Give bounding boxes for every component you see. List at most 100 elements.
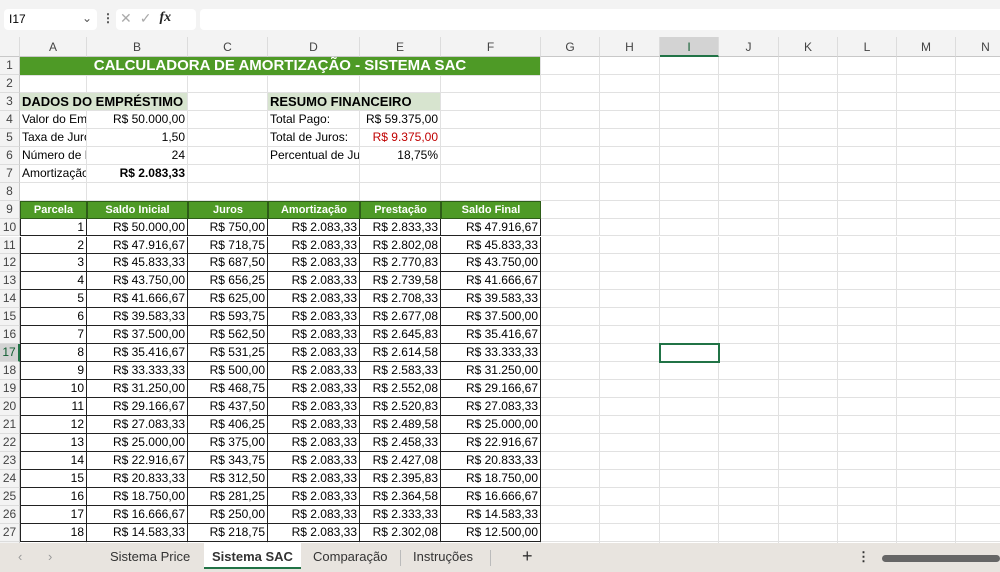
cell[interactable]	[660, 74, 719, 93]
cell[interactable]	[838, 433, 897, 452]
table-cell[interactable]: R$ 2.083,33	[268, 487, 360, 506]
table-cell[interactable]: R$ 37.500,00	[441, 308, 541, 327]
cell[interactable]	[956, 93, 1000, 111]
row-header-13[interactable]: 13	[0, 272, 20, 291]
cell[interactable]	[20, 182, 87, 201]
cell[interactable]	[188, 128, 268, 147]
table-cell[interactable]: R$ 406,25	[188, 416, 268, 434]
table-cell[interactable]: R$ 22.916,67	[441, 433, 541, 452]
table-cell[interactable]: R$ 33.333,33	[441, 344, 541, 363]
column-header-h[interactable]: H	[600, 37, 660, 57]
table-cell[interactable]: R$ 250,00	[188, 505, 268, 524]
table-cell[interactable]: R$ 2.802,08	[360, 236, 441, 255]
cell[interactable]	[956, 201, 1000, 219]
formula-input[interactable]	[200, 9, 1000, 30]
table-cell[interactable]: 3	[20, 254, 87, 273]
row-header-25[interactable]: 25	[0, 487, 20, 506]
row-header-5[interactable]: 5	[0, 128, 20, 147]
cell[interactable]	[20, 74, 87, 93]
table-cell[interactable]: R$ 2.458,33	[360, 433, 441, 452]
row-header-19[interactable]: 19	[0, 380, 20, 399]
more-options-icon[interactable]: ⋮	[102, 11, 114, 25]
column-header-m[interactable]: M	[897, 37, 956, 57]
cell[interactable]	[600, 182, 660, 201]
table-cell[interactable]: R$ 312,50	[188, 469, 268, 488]
table-cell[interactable]: R$ 531,25	[188, 344, 268, 363]
cell[interactable]	[719, 146, 779, 165]
table-cell[interactable]: R$ 2.614,58	[360, 344, 441, 363]
cell[interactable]	[660, 469, 719, 488]
table-cell[interactable]: R$ 2.489,58	[360, 416, 441, 434]
cell[interactable]	[719, 344, 779, 363]
table-cell[interactable]: R$ 2.083,33	[268, 433, 360, 452]
cell[interactable]	[541, 74, 600, 93]
table-cell[interactable]: R$ 29.166,67	[441, 380, 541, 399]
cell[interactable]	[660, 380, 719, 399]
cell[interactable]	[779, 344, 838, 363]
cell[interactable]	[600, 254, 660, 273]
cell[interactable]	[600, 469, 660, 488]
table-cell[interactable]: R$ 2.083,33	[268, 398, 360, 416]
cell[interactable]	[441, 164, 541, 183]
insert-function-icon[interactable]: fx	[159, 10, 171, 29]
cell[interactable]	[441, 146, 541, 165]
cell[interactable]	[838, 290, 897, 309]
table-cell[interactable]: 6	[20, 308, 87, 327]
cell[interactable]	[897, 416, 956, 434]
table-cell[interactable]: 7	[20, 326, 87, 345]
cell[interactable]	[719, 416, 779, 434]
cell[interactable]	[838, 218, 897, 237]
cell[interactable]	[897, 128, 956, 147]
cell[interactable]	[660, 57, 719, 75]
cell[interactable]	[600, 164, 660, 183]
cell[interactable]	[719, 469, 779, 488]
table-cell[interactable]: 12	[20, 416, 87, 434]
table-cell[interactable]: R$ 18.750,00	[441, 469, 541, 488]
cell[interactable]	[897, 505, 956, 524]
cell[interactable]	[541, 164, 600, 183]
table-cell[interactable]: R$ 25.000,00	[441, 416, 541, 434]
table-cell[interactable]: R$ 2.083,33	[268, 362, 360, 381]
cell[interactable]	[779, 92, 838, 111]
cell[interactable]	[956, 380, 1000, 399]
table-cell[interactable]: R$ 16.666,67	[87, 505, 188, 524]
cell[interactable]	[660, 487, 719, 506]
table-cell[interactable]: 11	[20, 398, 87, 416]
table-cell[interactable]: R$ 12.500,00	[441, 523, 541, 542]
column-header-l[interactable]: L	[838, 37, 897, 57]
cell[interactable]	[719, 218, 779, 237]
cell[interactable]	[660, 308, 719, 327]
cell[interactable]	[600, 92, 660, 111]
table-cell[interactable]: 5	[20, 290, 87, 309]
cell[interactable]	[541, 290, 600, 309]
cell[interactable]	[441, 128, 541, 147]
column-header-i[interactable]: I	[660, 37, 719, 57]
cell[interactable]	[956, 326, 1000, 345]
cell[interactable]	[897, 469, 956, 488]
cell[interactable]	[897, 110, 956, 129]
cell[interactable]	[838, 254, 897, 273]
cell[interactable]	[897, 182, 956, 201]
cell[interactable]	[360, 164, 441, 183]
cell[interactable]	[541, 236, 600, 255]
name-box[interactable]: I17 ⌄	[4, 9, 97, 30]
cell[interactable]	[541, 326, 600, 345]
cell[interactable]	[956, 75, 1000, 93]
cell[interactable]	[188, 74, 268, 93]
table-cell[interactable]: R$ 27.083,33	[441, 398, 541, 416]
cell[interactable]	[956, 129, 1000, 147]
table-cell[interactable]: 2	[20, 236, 87, 255]
cell[interactable]	[719, 326, 779, 345]
cell[interactable]	[600, 272, 660, 291]
table-cell[interactable]: 13	[20, 433, 87, 452]
cell[interactable]	[897, 380, 956, 399]
table-cell[interactable]: R$ 14.583,33	[87, 523, 188, 542]
cell[interactable]	[897, 308, 956, 327]
table-cell[interactable]: R$ 2.083,33	[268, 254, 360, 273]
table-cell[interactable]: R$ 33.333,33	[87, 362, 188, 381]
cell[interactable]	[660, 200, 719, 219]
cell[interactable]	[719, 308, 779, 327]
cell[interactable]	[956, 416, 1000, 434]
cell[interactable]	[897, 344, 956, 363]
cell[interactable]	[541, 218, 600, 237]
